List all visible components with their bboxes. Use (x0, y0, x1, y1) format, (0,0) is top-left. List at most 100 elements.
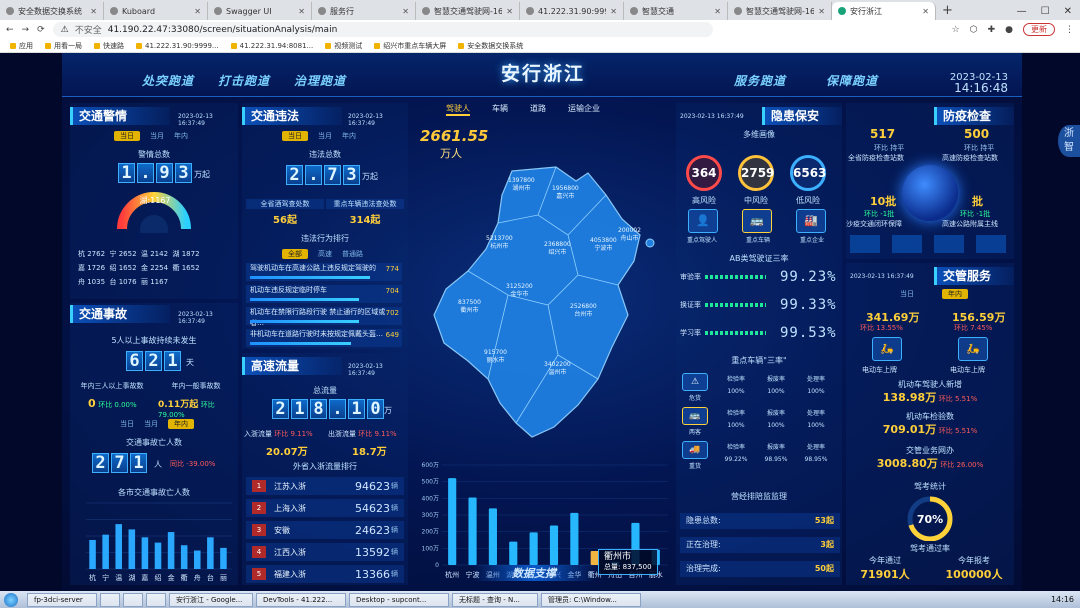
nav-item-emergency[interactable]: 处突跑道 (142, 72, 194, 89)
tab-roads[interactable]: 道路 (530, 103, 546, 116)
enterprise-icon[interactable]: 🏭 (796, 209, 826, 233)
high-risk-value[interactable]: 364 (686, 155, 722, 191)
mid-risk-value[interactable]: 2759 (738, 155, 774, 191)
bookmark-item[interactable]: 安全数据交换系统 (458, 41, 523, 51)
update-button[interactable]: 更新 (1023, 23, 1055, 36)
period-month[interactable]: 当月 (144, 419, 158, 429)
taskbar-item[interactable] (100, 592, 120, 607)
maximize-icon[interactable]: ☐ (1041, 6, 1050, 17)
close-icon[interactable]: ✕ (402, 7, 409, 16)
taskbar-item[interactable]: DevTools - 41.222... (256, 592, 346, 607)
extension-icon[interactable]: ⬡ (970, 25, 978, 35)
minimize-icon[interactable]: — (1017, 6, 1027, 17)
period-month[interactable]: 当月 (150, 131, 164, 141)
tab-vehicles[interactable]: 车辆 (492, 103, 508, 116)
forward-icon[interactable]: → (22, 25, 30, 35)
period-today[interactable]: 当日 (120, 419, 134, 429)
profile-icon[interactable]: ● (1005, 25, 1013, 35)
browser-tab[interactable]: Swagger UI ✕ (208, 2, 312, 20)
bookmark-item[interactable]: 应用 (10, 41, 33, 51)
period-today[interactable]: 当日 (282, 131, 308, 141)
reload-icon[interactable]: ⟳ (37, 25, 45, 35)
rank-value: 13366 (355, 567, 390, 581)
url-field[interactable]: ⚠ 不安全 41.190.22.47:33080/screen/situatio… (52, 22, 713, 37)
rate: 环比 -1批 (864, 210, 895, 218)
taskbar-item[interactable]: 安行浙江 - Google... (169, 592, 253, 607)
col-value: 100% (767, 422, 785, 429)
close-icon[interactable]: ✕ (194, 7, 201, 16)
close-icon[interactable]: ✕ (298, 7, 305, 16)
nav-item-governance[interactable]: 治理跑道 (294, 72, 346, 89)
menu-icon[interactable]: ⋮ (1065, 25, 1074, 35)
close-icon[interactable]: ✕ (714, 7, 721, 16)
browser-tab[interactable]: 智慧交通驾驶网-1675✕ (416, 2, 520, 20)
close-icon[interactable]: ✕ (922, 7, 929, 16)
rate: 环比 13.55% (860, 324, 903, 332)
period-today[interactable]: 当日 (900, 289, 914, 299)
gauge-value: 湖:1167 (139, 196, 171, 205)
close-icon[interactable]: ✕ (818, 7, 825, 16)
rank-tab-all[interactable]: 全部 (282, 249, 308, 259)
period-year[interactable]: 年内 (342, 131, 356, 141)
period-today[interactable]: 当日 (114, 131, 140, 141)
bookmark-item[interactable]: 41.222.31.90:9999... (136, 42, 219, 50)
url-security-label: 不安全 (74, 26, 102, 36)
nav-item-service[interactable]: 服务跑道 (734, 72, 786, 89)
taskbar-item[interactable]: fp-3dci-server (27, 592, 97, 607)
star-icon[interactable]: ☆ (952, 25, 960, 35)
rank-tab-ordinary[interactable]: 普通路 (342, 249, 363, 259)
tab-transport[interactable]: 运输企业 (568, 103, 600, 116)
close-window-icon[interactable]: ✕ (1064, 6, 1072, 17)
nav-item-guarantee[interactable]: 保障跑道 (826, 72, 878, 89)
rank-label: 福建入浙 (274, 569, 306, 579)
browser-tab[interactable]: 安全数据交换系统 ✕ (0, 2, 104, 20)
period-year[interactable]: 年内 (168, 419, 194, 429)
bookmark-item[interactable]: 绍兴市重点车辆大屏 (374, 41, 446, 51)
taskbar-item[interactable] (146, 592, 166, 607)
browser-tab[interactable]: 智慧交通驾驶网-1675✕ (728, 2, 832, 20)
ab-rates-title: AB类驾驶证三率 (729, 254, 789, 263)
browser-tab[interactable]: 服务行 ✕ (312, 2, 416, 20)
rank-tab-highway[interactable]: 高速 (318, 249, 332, 259)
taskbar-item[interactable] (123, 592, 143, 607)
heavy-truck-icon[interactable]: 🚚 (682, 441, 708, 459)
driver-icon[interactable]: 👤 (688, 209, 718, 233)
start-button[interactable] (4, 592, 18, 607)
puzzle-icon[interactable]: ✚ (988, 25, 996, 35)
tab-favicon-icon (630, 7, 638, 15)
nav-item-strike[interactable]: 打击跑道 (218, 72, 270, 89)
browser-tab[interactable]: 41.222.31.90:9999/p✕ (520, 2, 624, 20)
browser-tab[interactable]: 智慧交通 ✕ (624, 2, 728, 20)
dangerous-goods-icon[interactable]: ⚠ (682, 373, 708, 391)
violation-total-digits: 2.73 (286, 165, 360, 185)
low-risk-value[interactable]: 6563 (790, 155, 826, 191)
bar (488, 508, 497, 565)
close-icon[interactable]: ✕ (506, 7, 513, 16)
taskbar-item[interactable]: 无标题 - 查询 - N... (452, 592, 538, 607)
tab-drivers[interactable]: 驾驶人 (446, 103, 470, 116)
bookmark-item[interactable]: 用看一局 (45, 41, 82, 51)
period-year[interactable]: 年内 (174, 131, 188, 141)
taskbar-item[interactable]: 管理员: C:\Window... (541, 592, 641, 607)
bookmark-item[interactable]: 快速路 (94, 41, 124, 51)
browser-tab-active[interactable]: 安行浙江 ✕ (832, 2, 936, 20)
close-icon[interactable]: ✕ (610, 7, 617, 16)
period-year[interactable]: 年内 (942, 289, 968, 299)
new-tab-button[interactable]: + (936, 2, 959, 20)
tooltip-city: 衢州市 (604, 552, 632, 562)
bookmark-item[interactable]: 视频测试 (325, 41, 362, 51)
passenger-bus-icon[interactable]: 🚌 (682, 407, 708, 425)
bookmark-item[interactable]: 41.222.31.94:8081... (231, 42, 314, 50)
back-icon[interactable]: ← (6, 25, 14, 35)
tick-label: 嘉 (141, 573, 148, 582)
panel-title: 交通事故 (70, 305, 170, 323)
floating-assistant-icon[interactable]: 浙智 (1058, 125, 1080, 157)
browser-tab[interactable]: Kuboard ✕ (104, 2, 208, 20)
bar (180, 545, 188, 569)
city-value: 3402200 (544, 361, 571, 368)
taskbar-item[interactable]: Desktop - supcont... (349, 592, 449, 607)
close-icon[interactable]: ✕ (90, 7, 97, 16)
tick-label: 金 (168, 573, 175, 582)
vehicle-icon[interactable]: 🚌 (742, 209, 772, 233)
period-month[interactable]: 当月 (318, 131, 332, 141)
